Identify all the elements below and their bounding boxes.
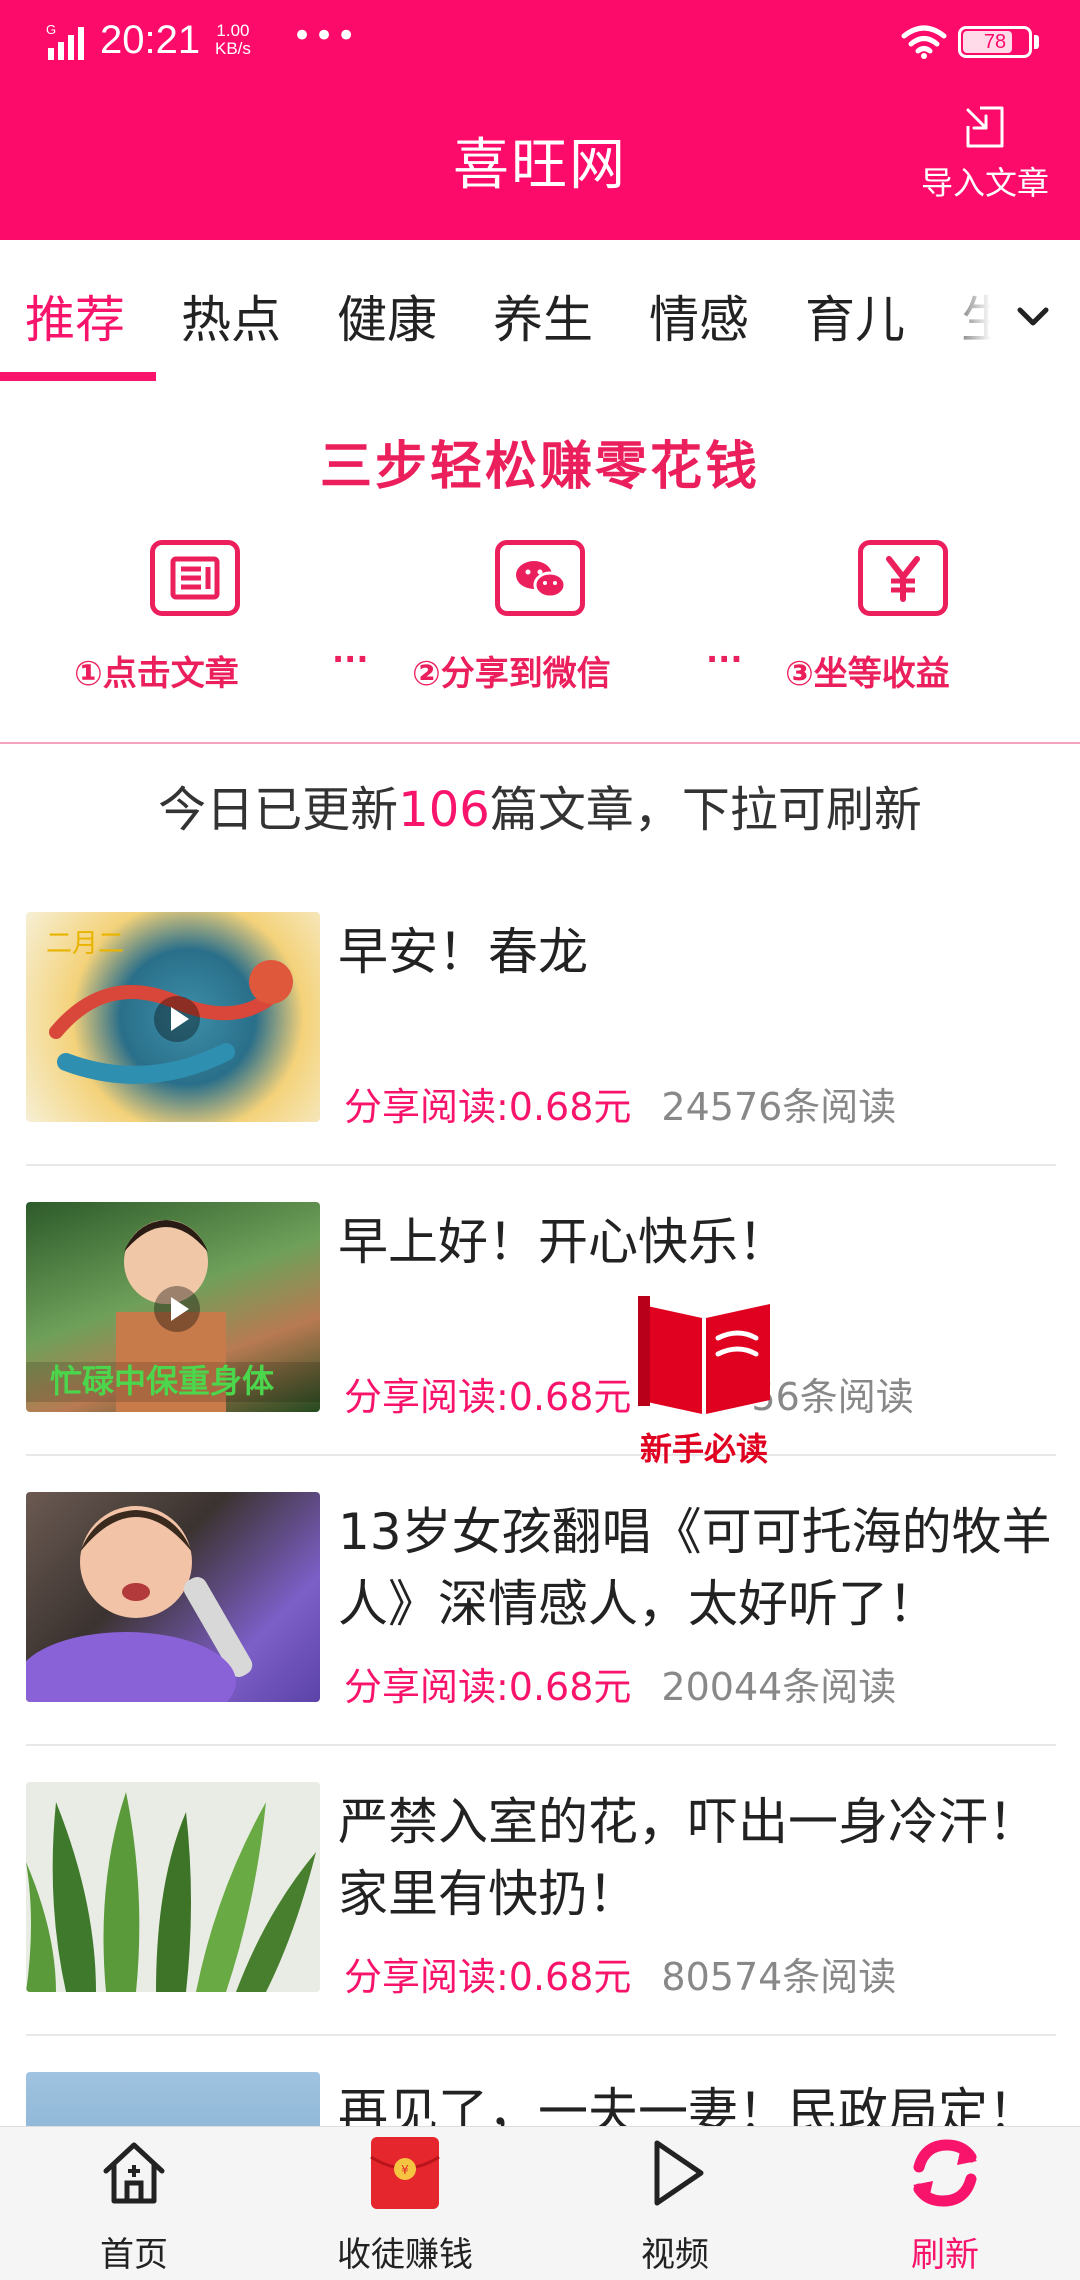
play-icon <box>654 2140 704 2206</box>
article-icon <box>150 540 240 616</box>
wifi-icon <box>901 25 947 59</box>
nav-recruit[interactable]: ¥ 收徒赚钱 <box>305 2137 505 2280</box>
article-item[interactable]: 二月二 早安！春龙 分享阅读:0.68元 24576条阅读 <box>26 876 1056 1166</box>
tab-hot[interactable]: 热点 <box>181 280 281 352</box>
article-item[interactable]: 13岁女孩翻唱《可可托海的牧羊人》深情感人，太好听了！ 分享阅读:0.68元 20… <box>26 1456 1056 1746</box>
signal-icon: G <box>46 22 84 60</box>
nav-home-label: 首页 <box>100 2235 168 2275</box>
step-separator: ··· <box>332 640 369 678</box>
tab-parenting[interactable]: 育儿 <box>805 280 905 352</box>
svg-text:二月二: 二月二 <box>46 929 124 959</box>
chevron-down-icon[interactable] <box>1008 292 1058 342</box>
newbie-guide-button[interactable]: 新手必读 <box>624 1296 784 1476</box>
play-icon <box>154 996 200 1042</box>
article-title: 严禁入室的花，吓出一身冷汗！家里有快扔！ <box>338 1793 1038 1923</box>
article-meta: 分享阅读:0.68元 80574条阅读 <box>344 1946 896 2001</box>
nav-recruit-label: 收徒赚钱 <box>337 2235 473 2275</box>
article-read-count: 24576条阅读 <box>661 1085 897 1129</box>
nav-video[interactable]: 视频 <box>575 2137 775 2280</box>
article-item[interactable]: 严禁入室的花，吓出一身冷汗！家里有快扔！ 分享阅读:0.68元 80574条阅读 <box>26 1746 1056 2036</box>
import-article-label: 导入文章 <box>920 164 1049 202</box>
article-read-count: 20044条阅读 <box>661 1665 897 1709</box>
step-separator: ··· <box>706 640 743 678</box>
app-header: G 20:21 1.00 KB/s ••• 78 喜旺网 导入文章 <box>0 0 1080 240</box>
article-meta: 分享阅读:0.68元 20044条阅读 <box>344 1656 896 1711</box>
notice-count: 106 <box>398 782 490 838</box>
svg-text:忙碌中保重身体: 忙碌中保重身体 <box>50 1362 274 1400</box>
article-title: 早安！春龙 <box>338 923 588 981</box>
article-share-price: 分享阅读:0.68元 <box>344 1665 632 1709</box>
nav-refresh-label: 刷新 <box>911 2235 979 2275</box>
article-thumbnail: 二月二 <box>26 912 320 1122</box>
svg-text:¥: ¥ <box>401 2163 409 2177</box>
book-icon <box>638 1296 770 1414</box>
refresh-icon <box>913 2139 977 2207</box>
home-icon <box>103 2142 165 2204</box>
article-thumbnail: 忙碌中保重身体 <box>26 1202 320 1412</box>
yuan-icon <box>858 540 948 616</box>
battery-tip <box>1034 35 1039 49</box>
active-tab-indicator <box>0 372 156 381</box>
newbie-guide-label: 新手必读 <box>639 1430 768 1468</box>
red-envelope-icon: ¥ <box>370 2137 440 2209</box>
category-tabs: 推荐 热点 健康 养生 情感 育儿 生 <box>0 240 1080 384</box>
article-thumbnail <box>26 1492 320 1702</box>
article-read-count: 80574条阅读 <box>661 1955 897 1999</box>
status-time: 20:21 <box>100 18 201 62</box>
network-speed-unit: KB/s <box>215 39 251 58</box>
notice-suffix: 篇文章，下拉可刷新 <box>489 782 922 838</box>
nav-home[interactable]: 首页 <box>34 2137 234 2280</box>
nav-video-label: 视频 <box>641 2235 709 2275</box>
tab-wellness[interactable]: 养生 <box>493 280 593 352</box>
article-thumbnail <box>26 1782 320 1992</box>
tab-emotion[interactable]: 情感 <box>649 280 749 352</box>
battery-percent: 78 <box>983 31 1007 53</box>
more-status-icon: ••• <box>292 16 359 56</box>
singer-illustration <box>26 1506 253 1702</box>
network-speed: 1.00 KB/s <box>215 22 251 58</box>
notice-prefix: 今日已更新 <box>158 782 399 838</box>
tab-fade-overlay <box>935 260 1015 370</box>
article-meta: 分享阅读:0.68元 24576条阅读 <box>344 1076 896 1131</box>
article-item[interactable]: 忙碌中保重身体 早上好！开心快乐！ 分享阅读:0.68元 56条阅读 <box>26 1166 1056 1456</box>
article-title: 13岁女孩翻唱《可可托海的牧羊人》深情感人，太好听了！ <box>338 1503 1052 1633</box>
nav-refresh[interactable]: 刷新 <box>845 2137 1045 2280</box>
bottom-nav: 首页 ¥ 收徒赚钱 视频 刷新 <box>0 2126 1080 2280</box>
tab-recommend[interactable]: 推荐 <box>25 280 125 352</box>
import-icon <box>966 106 1004 148</box>
tab-health[interactable]: 健康 <box>337 280 437 352</box>
article-title: 早上好！开心快乐！ <box>338 1213 788 1271</box>
import-article-button[interactable]: 导入文章 <box>905 104 1065 214</box>
step-3-label: ③坐等收益 <box>785 654 950 694</box>
play-icon <box>154 1286 200 1332</box>
svg-text:G: G <box>46 22 56 37</box>
network-speed-value: 1.00 <box>216 21 250 40</box>
step-2-label: ②分享到微信 <box>412 654 611 694</box>
wechat-icon <box>495 540 585 616</box>
article-share-price: 分享阅读:0.68元 <box>344 1085 632 1129</box>
status-bar: G 20:21 1.00 KB/s ••• 78 <box>0 0 1080 86</box>
step-1-label: ①点击文章 <box>74 654 239 694</box>
update-notice: 今日已更新106篇文章，下拉可刷新 <box>0 770 1080 840</box>
plant-illustration <box>26 1792 316 1992</box>
earn-steps-banner[interactable]: 三步轻松赚零花钱 ①点击文章 ··· ②分享到微信 ··· ③坐等收益 <box>0 384 1080 744</box>
banner-title: 三步轻松赚零花钱 <box>319 437 760 497</box>
battery-icon: 78 <box>958 26 1032 58</box>
article-share-price: 分享阅读:0.68元 <box>344 1955 632 1999</box>
article-share-price: 分享阅读:0.68元 <box>344 1375 632 1419</box>
